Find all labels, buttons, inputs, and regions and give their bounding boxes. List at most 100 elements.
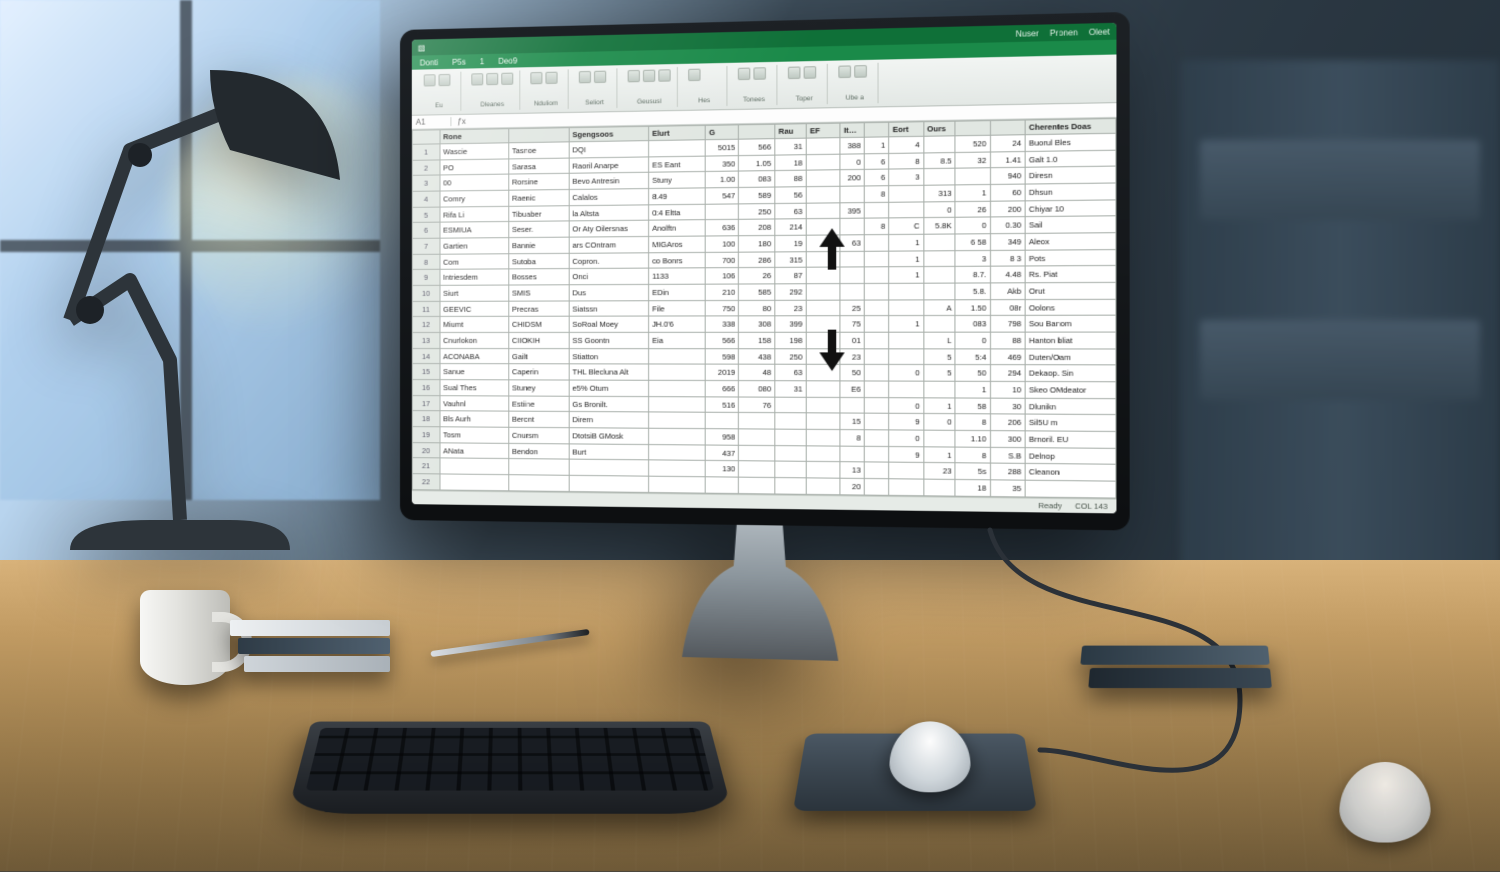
- cell[interactable]: Caperin: [509, 364, 569, 380]
- cell[interactable]: Akb: [990, 283, 1025, 300]
- row-number[interactable]: 9: [412, 270, 439, 286]
- cell[interactable]: Sil5U m: [1025, 414, 1116, 431]
- cell[interactable]: [806, 446, 840, 463]
- cell[interactable]: [739, 477, 775, 494]
- cell[interactable]: Com: [440, 253, 509, 269]
- ribbon-button-icon[interactable]: [643, 70, 655, 82]
- cell[interactable]: 158: [739, 332, 775, 348]
- cell[interactable]: 200: [990, 201, 1025, 218]
- cell[interactable]: [806, 365, 840, 381]
- cell[interactable]: Siatssn: [569, 300, 649, 316]
- cell[interactable]: [840, 251, 864, 267]
- cell[interactable]: Orut: [1025, 282, 1116, 299]
- cell[interactable]: 5:4: [955, 349, 990, 365]
- ribbon-button-icon[interactable]: [501, 73, 513, 85]
- cell[interactable]: 48: [739, 365, 775, 381]
- row-number[interactable]: 19: [412, 427, 439, 443]
- cell[interactable]: 25: [840, 300, 864, 316]
- cell[interactable]: 1.10: [955, 430, 990, 447]
- cell[interactable]: 080: [739, 381, 775, 397]
- cell[interactable]: MIGAros: [649, 236, 706, 252]
- ribbon-button-icon[interactable]: [854, 65, 867, 78]
- cell[interactable]: 198: [775, 332, 806, 348]
- row-number[interactable]: 22: [412, 474, 439, 490]
- row-number[interactable]: 15: [412, 364, 439, 380]
- cell[interactable]: [806, 219, 840, 236]
- cell[interactable]: Stiatton: [569, 348, 649, 364]
- cell[interactable]: 0: [889, 365, 923, 381]
- cell[interactable]: Onci: [569, 268, 649, 284]
- cell[interactable]: 1.50: [955, 299, 990, 315]
- cell[interactable]: 32: [955, 152, 990, 169]
- cell[interactable]: 88: [990, 332, 1025, 348]
- cell[interactable]: [649, 460, 706, 477]
- cell[interactable]: 1: [955, 184, 990, 201]
- cell[interactable]: [840, 267, 864, 283]
- cell[interactable]: 300: [990, 431, 1025, 448]
- cell[interactable]: ANata: [440, 443, 509, 459]
- cell[interactable]: 0: [889, 430, 923, 447]
- cell[interactable]: [840, 284, 864, 300]
- cell[interactable]: 5: [923, 365, 955, 381]
- cell[interactable]: 437: [705, 445, 738, 461]
- cell[interactable]: 315: [775, 251, 806, 267]
- cell[interactable]: Tosm: [440, 427, 509, 443]
- table-row[interactable]: 13CnurlokonCIIOKIHSS GoontnEia5661581980…: [412, 332, 1116, 349]
- cell[interactable]: 1: [865, 137, 889, 154]
- row-number[interactable]: 16: [412, 380, 439, 396]
- cell[interactable]: Rorsine: [509, 174, 569, 191]
- cell[interactable]: 08r: [990, 299, 1025, 316]
- row-number[interactable]: 13: [412, 333, 439, 349]
- cell[interactable]: [865, 349, 889, 365]
- cell[interactable]: Sual Thes: [440, 380, 509, 396]
- cell[interactable]: 00: [440, 174, 509, 191]
- cell[interactable]: [889, 332, 923, 348]
- cell[interactable]: [923, 234, 955, 251]
- cell[interactable]: 200: [840, 170, 864, 187]
- column-header[interactable]: [865, 122, 889, 137]
- cell[interactable]: [889, 283, 923, 299]
- cell[interactable]: Pots: [1025, 249, 1116, 266]
- row-number[interactable]: 10: [412, 285, 439, 301]
- cell[interactable]: ACONABA: [440, 348, 509, 364]
- cell[interactable]: [889, 381, 923, 397]
- cell[interactable]: 292: [775, 284, 806, 300]
- cell[interactable]: 24: [990, 135, 1025, 152]
- cell[interactable]: 6: [865, 153, 889, 170]
- cell[interactable]: [865, 479, 889, 496]
- table-row[interactable]: 11GEEVICPreorasSiatssnFile750802325A1.50…: [412, 299, 1116, 317]
- cell[interactable]: ars COntram: [569, 237, 649, 254]
- cell[interactable]: THL Blecluna Alt: [569, 364, 649, 380]
- cell[interactable]: 1: [889, 267, 923, 283]
- cell[interactable]: 5015: [705, 139, 738, 156]
- cell[interactable]: [865, 300, 889, 316]
- cell[interactable]: 3: [955, 250, 990, 267]
- cell[interactable]: SoRoal Moey: [569, 316, 649, 332]
- cell[interactable]: 5s: [955, 463, 990, 480]
- cell[interactable]: 23: [923, 463, 955, 480]
- row-number[interactable]: 17: [412, 395, 439, 411]
- column-header[interactable]: [955, 121, 990, 136]
- cell[interactable]: 9: [889, 446, 923, 463]
- cell[interactable]: Dlunikn: [1025, 398, 1116, 415]
- cell[interactable]: [865, 414, 889, 430]
- cell[interactable]: [865, 283, 889, 299]
- cell[interactable]: 350: [705, 155, 738, 172]
- column-header[interactable]: [509, 128, 569, 143]
- cell[interactable]: [865, 202, 889, 219]
- cell[interactable]: 214: [775, 219, 806, 235]
- cell[interactable]: [889, 300, 923, 316]
- cell[interactable]: [649, 348, 706, 364]
- cell[interactable]: 338: [705, 316, 738, 332]
- cell[interactable]: [889, 479, 923, 496]
- column-header[interactable]: [990, 120, 1025, 135]
- cell[interactable]: [923, 316, 955, 332]
- cell[interactable]: S.B: [990, 447, 1025, 464]
- cell[interactable]: 2019: [705, 364, 738, 380]
- cell[interactable]: [705, 204, 738, 220]
- cell[interactable]: 206: [990, 414, 1025, 431]
- cell[interactable]: 18: [955, 480, 990, 497]
- cell[interactable]: Cnurlokon: [440, 332, 509, 348]
- cell[interactable]: [705, 477, 738, 494]
- cell[interactable]: [865, 462, 889, 479]
